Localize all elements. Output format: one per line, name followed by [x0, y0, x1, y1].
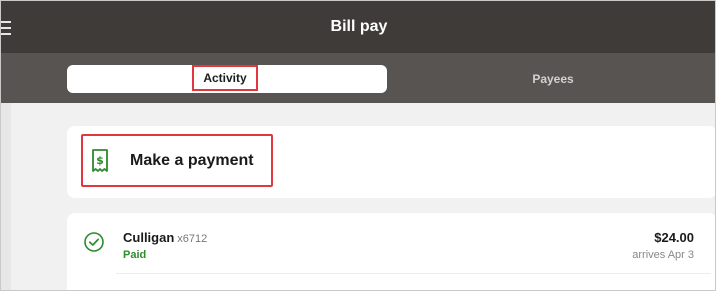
activity-list	[67, 213, 715, 290]
row-divider	[116, 273, 711, 274]
payment-status: Paid	[123, 249, 147, 261]
payee-account: x6712	[177, 233, 208, 245]
tab-payees[interactable]: Payees	[393, 65, 713, 93]
app-header: Bill pay	[1, 1, 715, 53]
svg-text:$: $	[96, 154, 104, 167]
make-payment-button[interactable]: $ Make a payment	[81, 134, 273, 187]
left-panel-edge	[1, 103, 11, 290]
payee-name-text: Culligan	[123, 230, 175, 245]
receipt-dollar-icon: $	[92, 148, 108, 172]
check-circle-icon	[84, 232, 104, 252]
segmented-control: Payees	[1, 53, 715, 103]
app-frame: Bill pay Payees Activity $ Make a paymen…	[0, 0, 716, 291]
tab-activity[interactable]: Activity	[192, 65, 258, 91]
arrival-date: arrives Apr 3	[632, 249, 694, 261]
payee-name[interactable]: Culligan x6712	[123, 230, 207, 245]
make-payment-label: Make a payment	[130, 151, 254, 169]
page-title: Bill pay	[330, 18, 388, 35]
payment-amount: $24.00	[654, 230, 694, 245]
